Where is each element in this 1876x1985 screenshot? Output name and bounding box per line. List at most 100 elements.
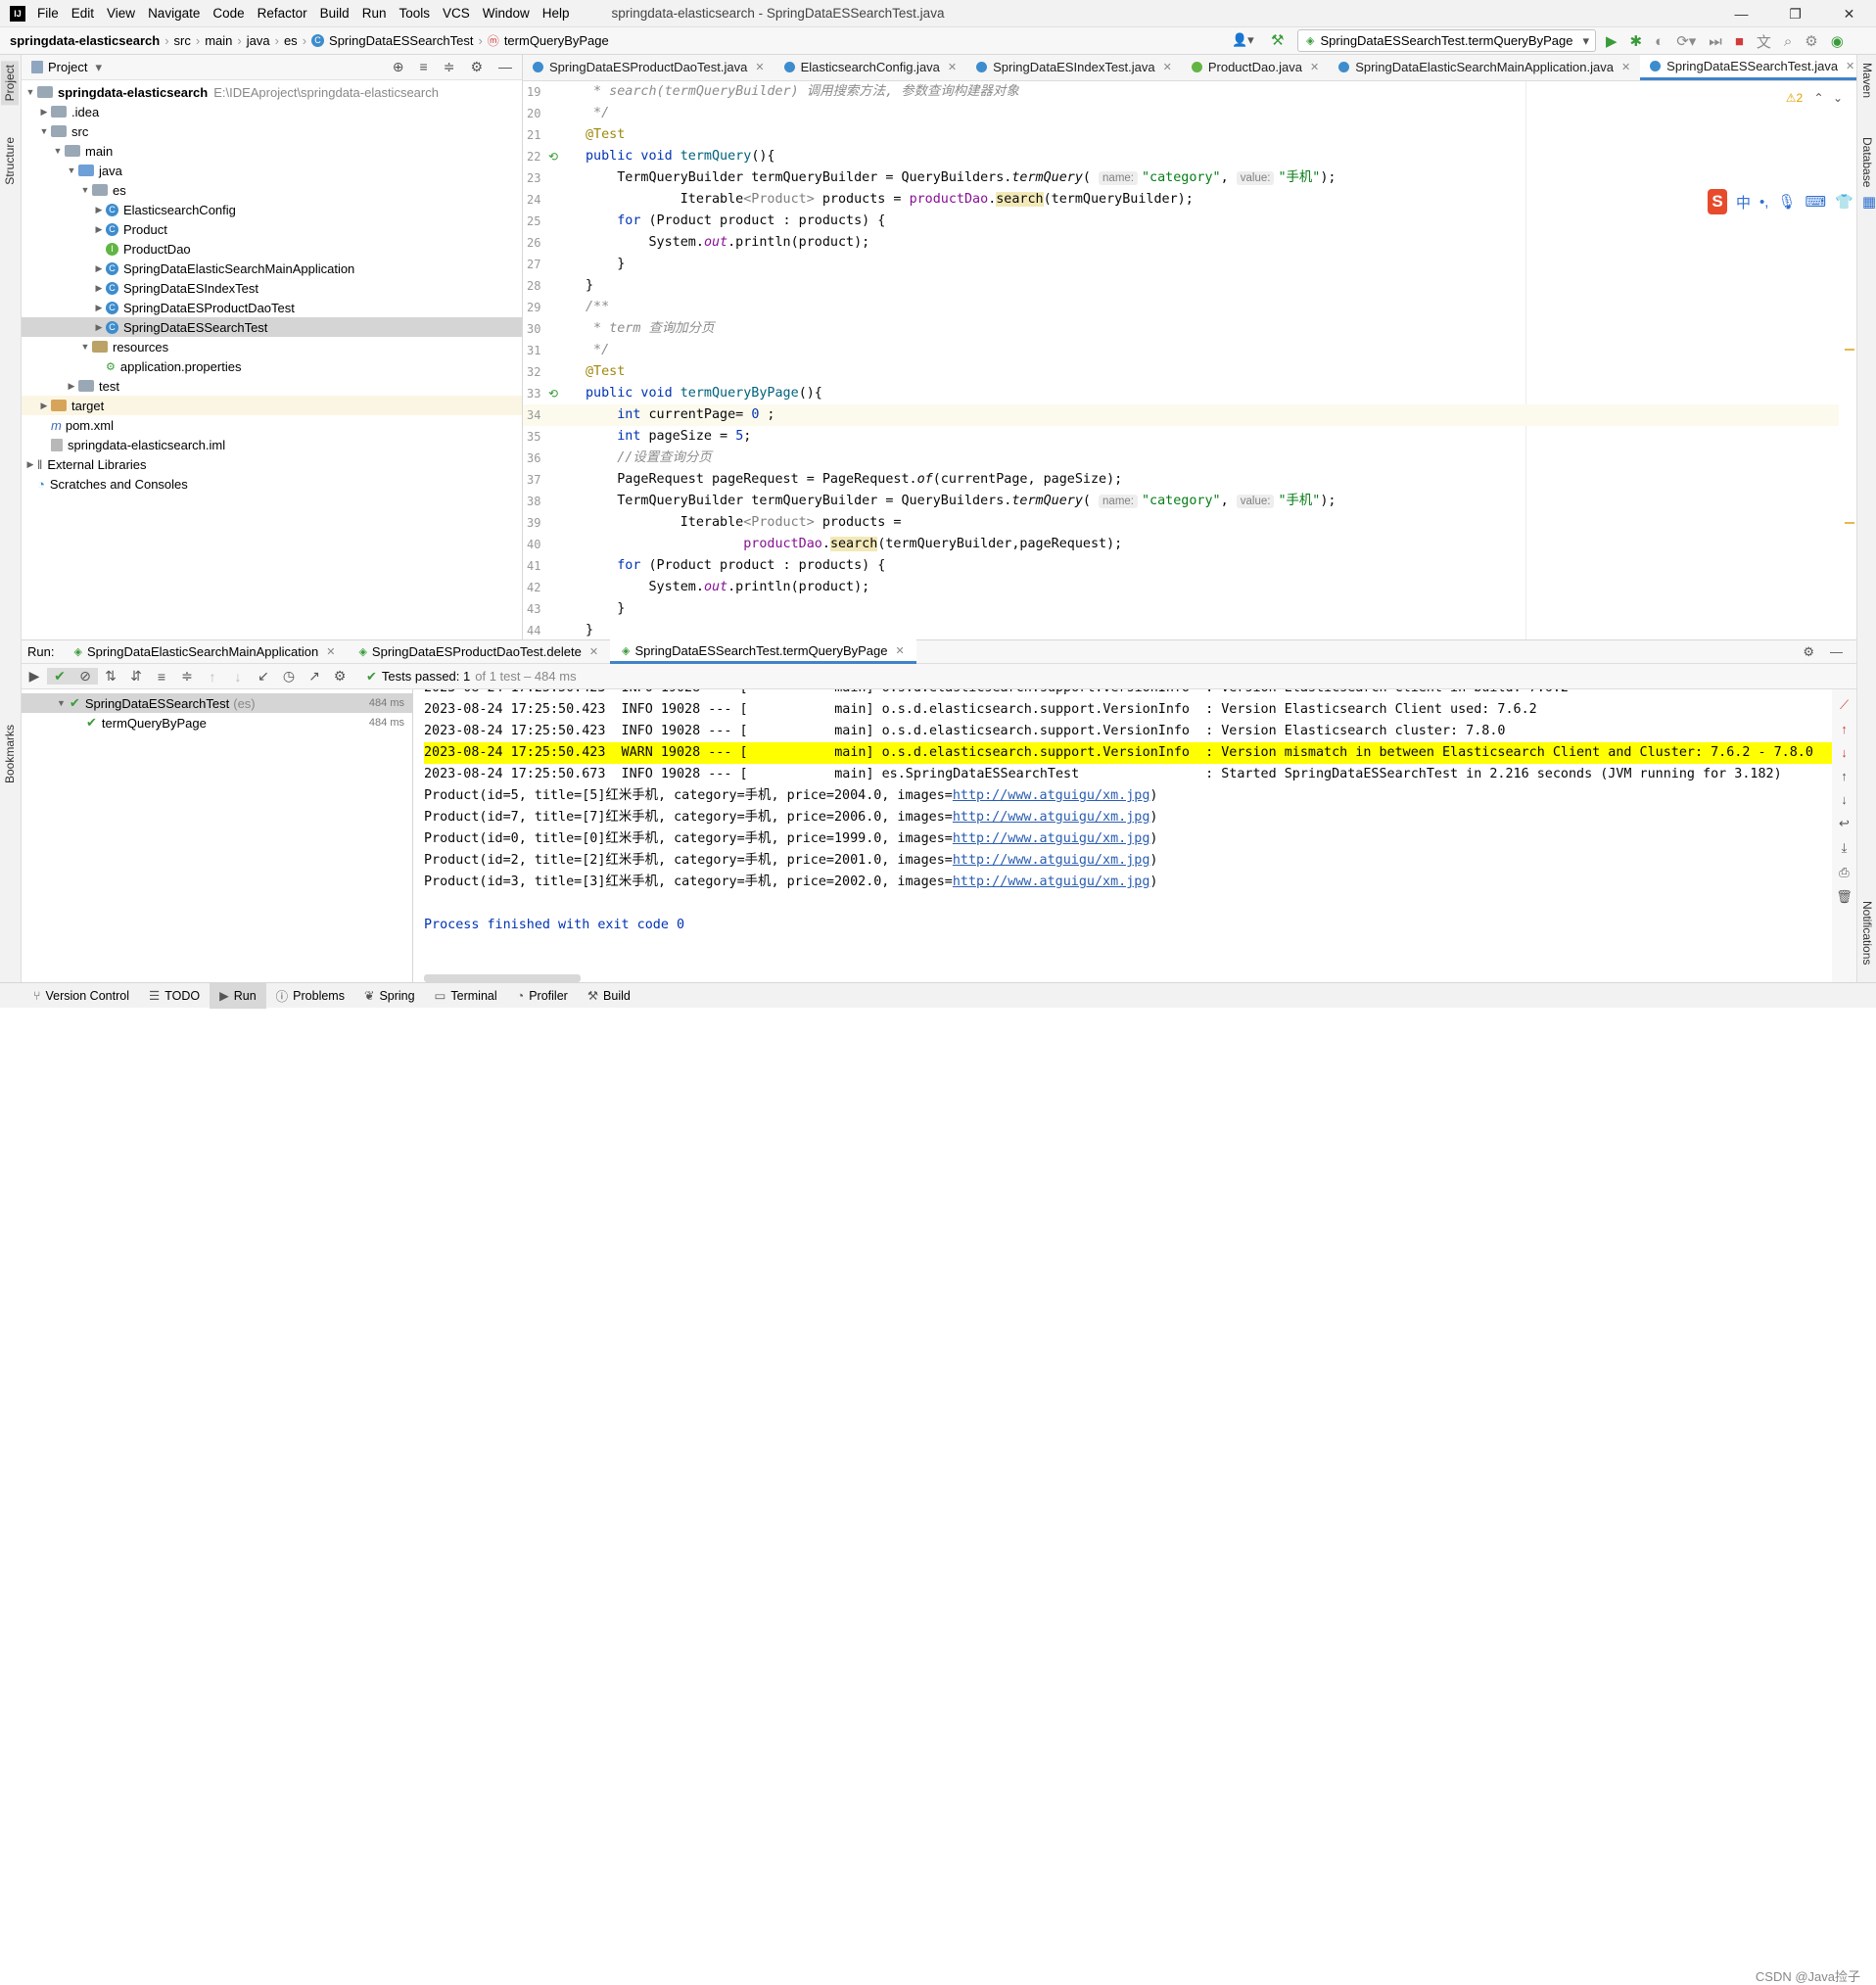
settings-icon[interactable]: ⚙ [470,59,483,75]
menu-code[interactable]: Code [212,6,244,21]
down-icon[interactable]: ↓ [1841,792,1848,807]
tree-item-es[interactable]: ▼ es [22,180,522,200]
toolbox-icon[interactable]: ▦ [1862,193,1876,211]
tree-item-productdaotest[interactable]: ▶ C SpringDataESProductDaoTest [22,298,522,317]
chevron-right-icon[interactable]: ▶ [37,401,51,411]
menu-vcs[interactable]: VCS [443,6,470,21]
project-panel-title[interactable]: Project [48,60,87,74]
coverage-icon[interactable]: ◐ [1655,33,1664,50]
menu-help[interactable]: Help [542,6,570,21]
expand-all-icon[interactable]: ≡ [420,59,428,75]
rerun-icon[interactable]: ▶ [22,668,47,685]
statusbar-terminal[interactable]: ▭ Terminal [425,983,507,1009]
chevron-down-icon[interactable]: ▼ [78,185,92,195]
run-test-gutter-icon[interactable]: ⟲ [548,146,558,167]
statusbar-todo[interactable]: ☰ TODO [139,983,210,1009]
chevron-right-icon[interactable]: ▶ [37,107,51,118]
print-icon[interactable]: ⎙ [1839,865,1849,880]
close-icon[interactable]: ✕ [1163,61,1172,73]
menu-window[interactable]: Window [483,6,530,21]
run-tab-mainapplication[interactable]: ◈ SpringDataElasticSearchMainApplication ✕ [62,639,347,664]
statusbar-profiler[interactable]: ◔ Profiler [507,983,578,1009]
clear-highlight-icon[interactable]: ⟋ [1840,697,1849,713]
skin-icon[interactable]: 👕 [1835,193,1853,211]
breadcrumb-src[interactable]: src [174,33,191,48]
test-method-row[interactable]: ✔ termQueryByPage 484 ms [22,713,412,733]
locate-icon[interactable]: ⊕ [393,59,404,75]
search-icon[interactable]: ⌕ [1784,33,1792,50]
collapse-all-icon[interactable]: ≑ [174,668,200,685]
tree-item-external-libraries[interactable]: ▶ ‖ External Libraries [22,454,522,474]
run-tab-delete[interactable]: ◈ SpringDataESProductDaoTest.delete ✕ [347,639,610,664]
import-tests-icon[interactable]: ↙ [251,668,276,685]
build-hammer-icon[interactable]: ⚒ [1271,31,1284,49]
tab-productdaotest[interactable]: SpringDataESProductDaoTest.java ✕ [523,55,774,80]
chevron-right-icon[interactable]: ▶ [92,322,106,333]
close-icon[interactable]: ✕ [948,61,957,73]
tree-item-application-properties[interactable]: ⚙ application.properties [22,356,522,376]
close-icon[interactable]: ✕ [1621,61,1630,73]
trash-icon[interactable]: 🗑 [1836,889,1853,905]
up-icon[interactable]: ↑ [1841,769,1848,783]
close-icon[interactable]: ✕ [326,645,335,658]
tree-item-searchtest[interactable]: ▶ C SpringDataESSearchTest [22,317,522,337]
image-link[interactable]: http://www.atguigu/xm.jpg [953,810,1150,825]
settings-icon[interactable]: ⚙ [1805,32,1817,50]
chevron-down-icon[interactable]: ▼ [23,87,37,97]
close-icon[interactable]: ✕ [755,61,764,73]
restore-icon[interactable]: ❐ [1768,0,1822,27]
stop-icon[interactable]: ■ [1735,33,1744,50]
tab-indextest[interactable]: SpringDataESIndexTest.java ✕ [966,55,1182,80]
breadcrumb-class[interactable]: SpringDataESSearchTest [329,33,473,48]
error-stripe-mark[interactable] [1845,349,1854,351]
debug-icon[interactable]: ✱ [1630,32,1643,50]
chevron-down-icon[interactable]: ▼ [51,146,65,156]
menu-build[interactable]: Build [320,6,350,21]
breadcrumb-java[interactable]: java [247,33,270,48]
statusbar-spring[interactable]: ❦ Spring [354,983,425,1009]
show-passed-icon[interactable]: ✔ [47,668,72,685]
tab-searchtest[interactable]: SpringDataESSearchTest.java ✕ [1640,55,1856,80]
tool-tab-structure[interactable]: Structure [1,133,19,189]
close-icon[interactable]: ✕ [1846,60,1854,72]
tree-item-idea[interactable]: ▶ .idea [22,102,522,121]
menu-run[interactable]: Run [362,6,387,21]
ime-language[interactable]: 中 [1736,192,1751,213]
export-icon[interactable]: ↗ [302,668,327,685]
menu-edit[interactable]: Edit [71,6,94,21]
up-stack-icon[interactable]: ↑ [1841,722,1848,736]
prev-failed-icon[interactable]: ↑ [200,669,225,685]
tab-elasticsearchconfig[interactable]: ElasticsearchConfig.java ✕ [774,55,967,80]
image-link[interactable]: http://www.atguigu/xm.jpg [953,788,1150,803]
run-icon[interactable]: ▶ [1606,32,1618,50]
chevron-right-icon[interactable]: ▶ [92,303,106,313]
sort-alpha-icon[interactable]: ⇅ [98,668,123,685]
hide-icon[interactable]: — [498,59,512,75]
menu-refactor[interactable]: Refactor [258,6,307,21]
tool-tab-bookmarks[interactable]: Bookmarks [1,721,19,787]
minimize-icon[interactable]: — [1714,0,1768,27]
statusbar-version-control[interactable]: ⑂ Version Control [0,983,139,1009]
tree-item-product[interactable]: ▶ C Product [22,219,522,239]
tree-item-java[interactable]: ▼ java [22,161,522,180]
run-tab-termquerybypage[interactable]: ◈ SpringDataESSearchTest.termQueryByPage ✕ [610,639,916,664]
show-ignored-icon[interactable]: ⊘ [72,668,98,685]
tree-item-module[interactable]: ▼ springdata-elasticsearch E:\IDEAproject\… [22,82,522,102]
soft-wrap-icon[interactable]: ↩ [1839,816,1850,831]
tree-item-mainapplication[interactable]: ▶ C SpringDataElasticSearchMainApplication [22,259,522,278]
chevron-right-icon[interactable]: ▶ [65,381,78,392]
tree-item-main[interactable]: ▼ main [22,141,522,161]
microphone-icon[interactable]: 🎙 [1777,193,1796,211]
tool-tab-project[interactable]: Project [1,61,19,106]
tool-tab-maven[interactable]: Maven [1858,59,1876,102]
chevron-right-icon[interactable]: ▶ [92,224,106,235]
input-method-bar[interactable]: S 中 •, 🎙 ⌨ 👕 ▦ [1708,188,1876,215]
test-class-row[interactable]: ▼ ✔ SpringDataESSearchTest (es) 484 ms [22,693,412,713]
run-configuration-select[interactable]: ◈ SpringDataESSearchTest.termQueryByPage… [1297,29,1596,52]
chevron-right-icon[interactable]: ▶ [92,263,106,274]
user-icon[interactable]: 👤▾ [1232,32,1254,48]
tree-item-elasticsearchconfig[interactable]: ▶ C ElasticsearchConfig [22,200,522,219]
error-stripe-mark[interactable] [1845,522,1854,524]
image-link[interactable]: http://www.atguigu/xm.jpg [953,853,1150,868]
next-failed-icon[interactable]: ↓ [225,669,251,685]
